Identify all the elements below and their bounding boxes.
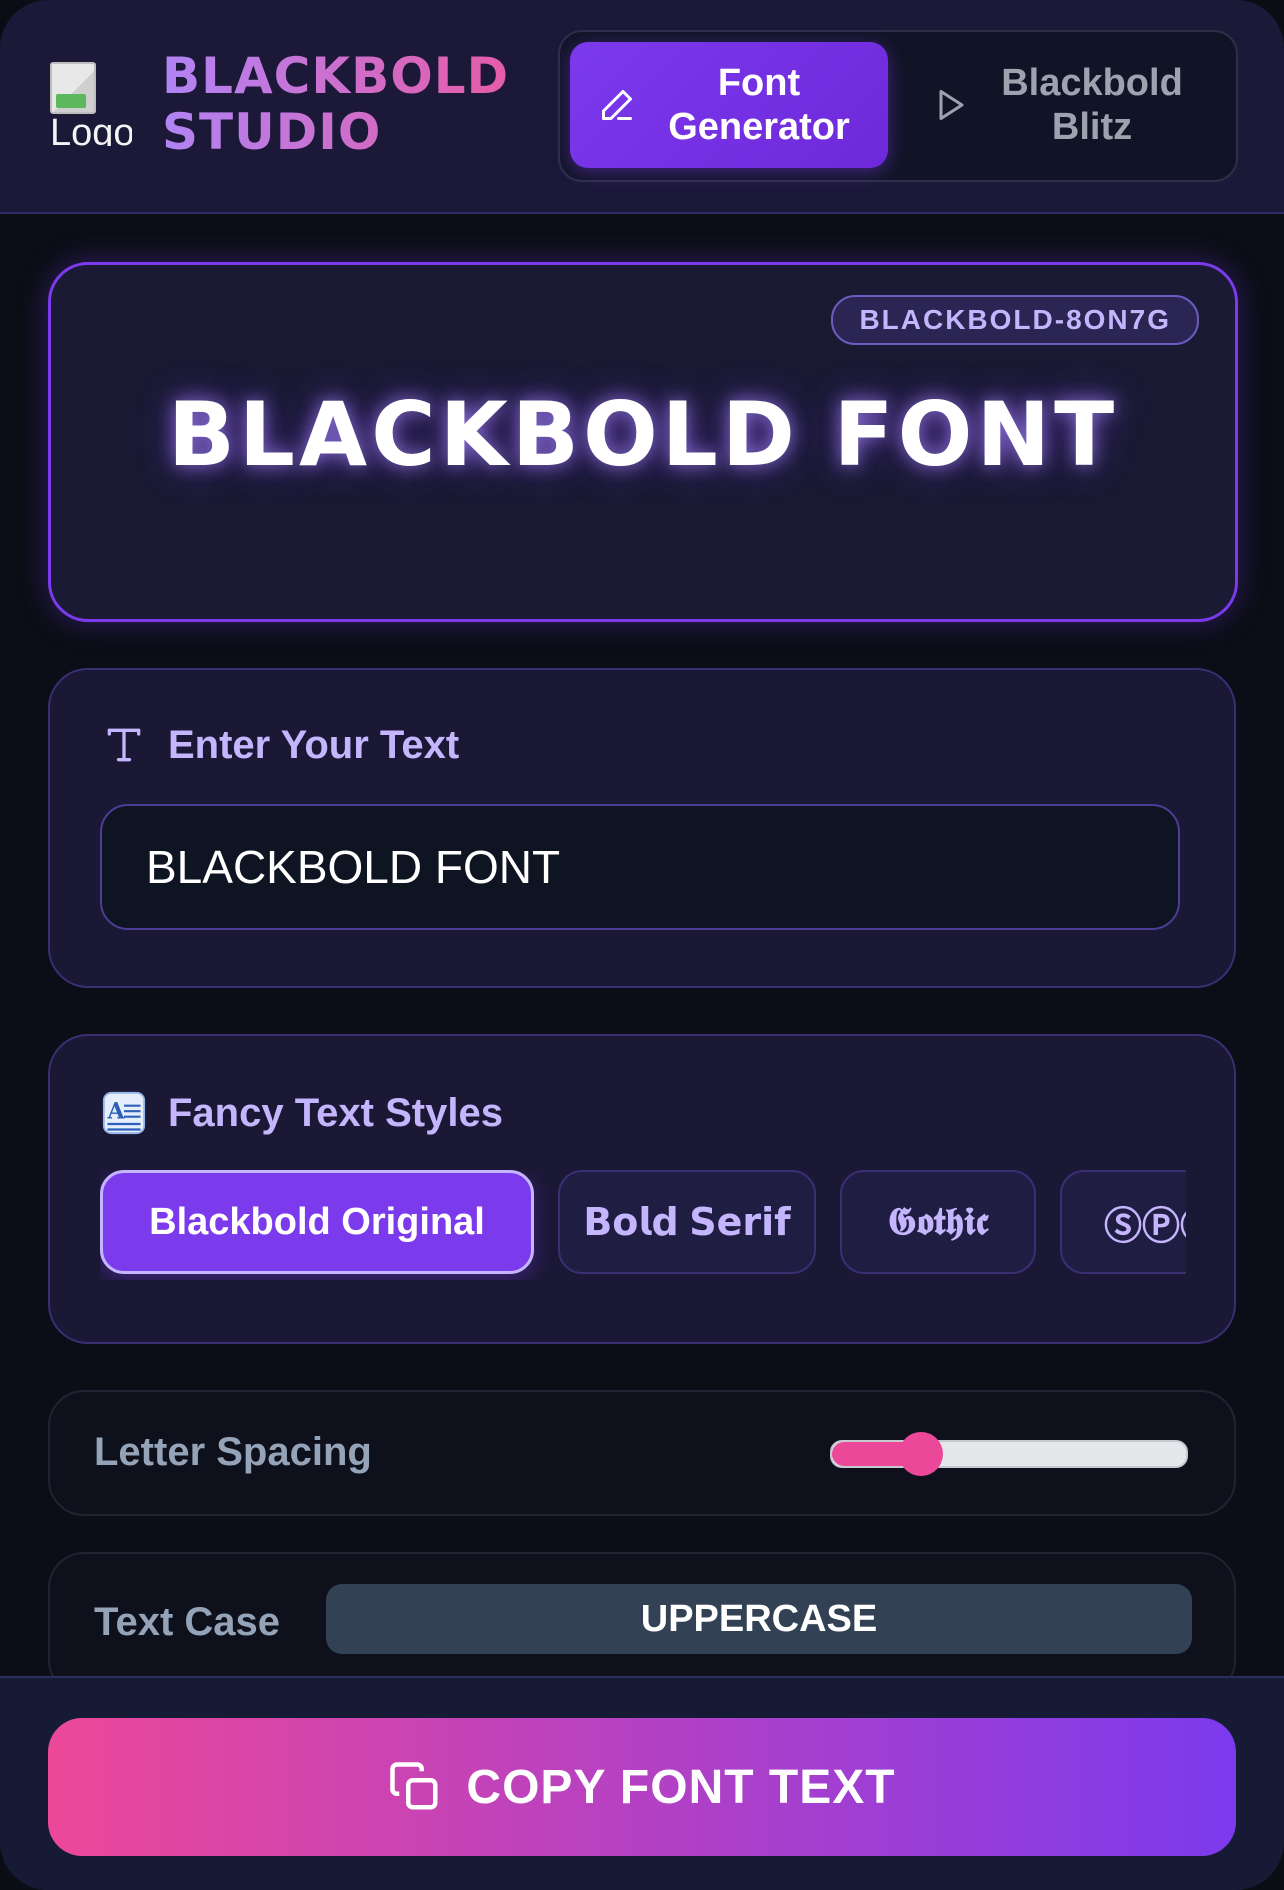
- brand-title: BLACKBOLD STUDIO: [162, 48, 522, 160]
- logo-alt-text: Logo: [50, 112, 132, 146]
- pencil-icon: [602, 90, 632, 120]
- copy-button-label: COPY FONT TEXT: [466, 1760, 896, 1814]
- input-card-title: Enter Your Text: [102, 722, 459, 768]
- mode-tabs: Font Generator Blackbold Blitz: [558, 30, 1238, 182]
- style-option-bold-serif[interactable]: 𝗕𝗼𝗹𝗱 𝗦𝗲𝗿𝗶𝗳: [558, 1170, 816, 1274]
- footer-bar: COPY FONT TEXT: [0, 1676, 1284, 1890]
- letter-spacing-label: Letter Spacing: [94, 1430, 372, 1474]
- input-card-title-label: Enter Your Text: [168, 723, 460, 767]
- styles-card-title-label: Fancy Text Styles: [168, 1091, 503, 1135]
- text-type-icon: [107, 728, 141, 762]
- app-header: Logo BLACKBOLD STUDIO Font Generator Bla…: [0, 0, 1284, 214]
- svg-text:A: A: [107, 1099, 126, 1125]
- font-preview-card: BLACKBOLD-8ON7G BLACKBOLD FONT: [48, 262, 1238, 622]
- letter-spacing-slider[interactable]: [830, 1432, 1188, 1476]
- style-option-gothic[interactable]: 𝕲𝖔𝖙𝖍𝖎𝖈: [840, 1170, 1036, 1274]
- text-case-label: Text Case: [94, 1600, 281, 1644]
- text-case-control: Text Case UPPERCASE: [48, 1552, 1236, 1696]
- fancy-styles-card: A Fancy Text Styles Blackbold Original 𝗕…: [48, 1034, 1236, 1344]
- style-options-row: Blackbold Original 𝗕𝗼𝗹𝗱 𝗦𝗲𝗿𝗶𝗳 𝕲𝖔𝖙𝖍𝖎𝖈 ⓈⓅⓄ: [100, 1170, 1186, 1280]
- styles-icon: A: [102, 1091, 146, 1135]
- app-window: Logo BLACKBOLD STUDIO Font Generator Bla…: [0, 0, 1284, 1890]
- text-input-card: Enter Your Text: [48, 668, 1236, 988]
- play-icon: [939, 90, 964, 120]
- brand-line-2: STUDIO: [162, 103, 382, 161]
- style-option-blackbold-original[interactable]: Blackbold Original: [100, 1170, 534, 1274]
- copy-icon: [390, 1762, 438, 1810]
- logo-image: Logo: [48, 62, 132, 146]
- tab-font-generator[interactable]: Font Generator: [570, 42, 888, 168]
- letter-spacing-control: Letter Spacing: [48, 1390, 1236, 1516]
- styles-card-title: A Fancy Text Styles: [102, 1090, 503, 1136]
- brand-line-1: BLACKBOLD: [162, 47, 510, 105]
- tab-blackbold-blitz[interactable]: Blackbold Blitz: [898, 42, 1226, 168]
- broken-image-icon: [50, 62, 96, 114]
- style-option-circled[interactable]: ⓈⓅⓄ: [1060, 1170, 1186, 1274]
- tab-label: Blackbold Blitz: [1001, 62, 1183, 148]
- preview-id-badge: BLACKBOLD-8ON7G: [831, 295, 1199, 345]
- text-input[interactable]: [100, 804, 1180, 930]
- text-case-toggle[interactable]: UPPERCASE: [326, 1584, 1192, 1654]
- slider-thumb[interactable]: [898, 1432, 943, 1476]
- preview-text: BLACKBOLD FONT: [167, 383, 1119, 486]
- copy-font-text-button[interactable]: COPY FONT TEXT: [48, 1718, 1236, 1856]
- tab-label: Font Generator: [668, 62, 850, 148]
